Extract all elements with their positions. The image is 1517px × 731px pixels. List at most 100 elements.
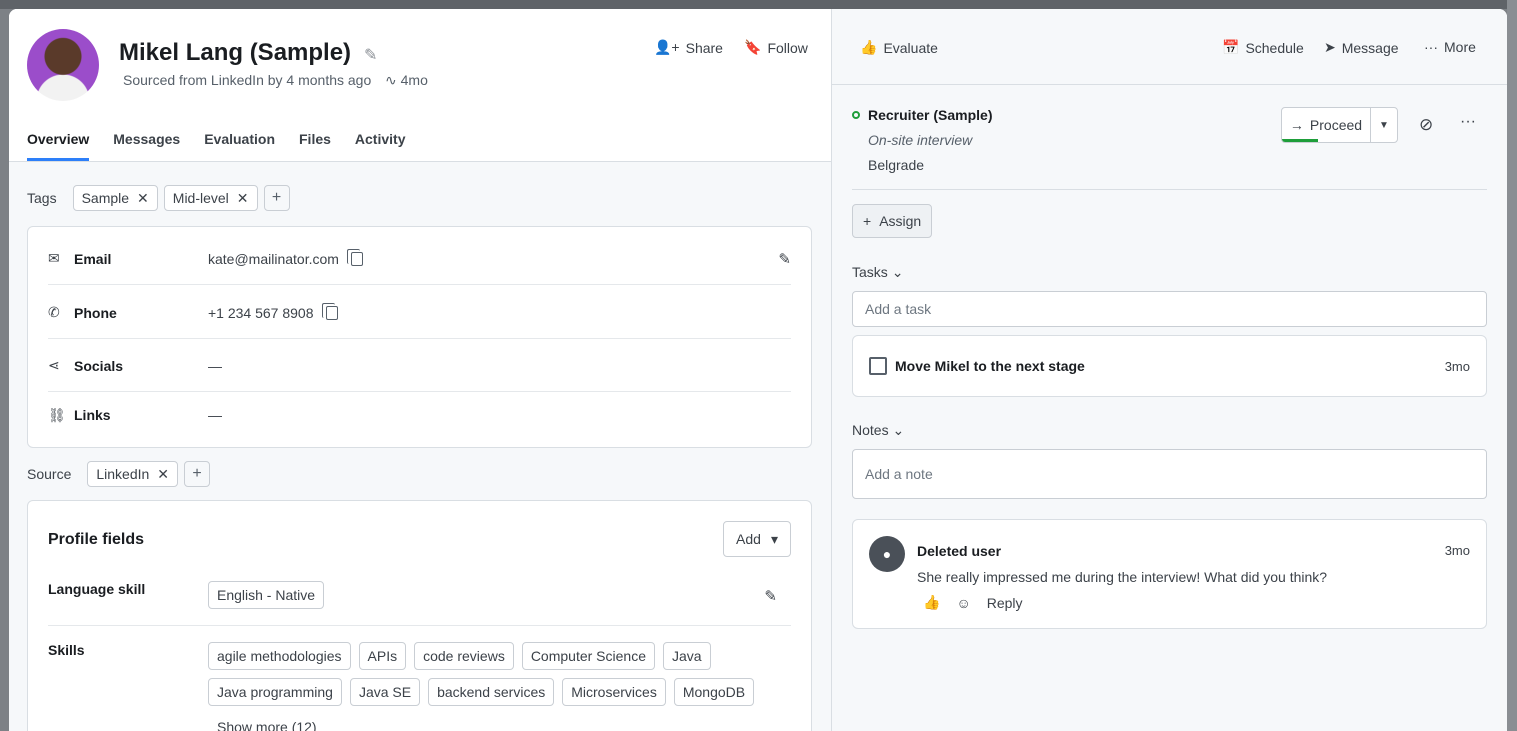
add-tag-plus-icon[interactable]: + (263, 185, 290, 211)
skill-chip: APIs (358, 642, 407, 670)
divider (48, 625, 791, 626)
task-checkbox[interactable] (869, 357, 887, 375)
tag-chip[interactable]: Sample ✕ (72, 185, 158, 211)
disqualify-icon[interactable]: ⊘ (1419, 115, 1433, 135)
tasks-header[interactable]: Tasks ⌄ (852, 264, 903, 281)
job-title[interactable]: Recruiter (Sample) (868, 107, 992, 123)
backdrop-right-strip (1507, 0, 1517, 731)
skill-chip: backend services (428, 678, 555, 706)
copy-email-icon[interactable] (346, 248, 363, 266)
note-item: ● Deleted user 3mo She really impressed … (852, 519, 1487, 629)
follow-button[interactable]: 🔖 Follow (744, 39, 808, 56)
edit-language-pencil-icon[interactable]: ✎ (764, 587, 777, 605)
user-avatar-icon: ● (869, 536, 905, 572)
stage-name: On-site interview (868, 132, 973, 148)
share-label: Share (685, 39, 723, 56)
candidate-modal: Mikel Lang (Sample) ✎ Sourced from Linke… (9, 9, 1507, 731)
tags-row: Tags Sample ✕ Mid-level ✕ + (27, 185, 290, 211)
note-age: 3mo (1444, 543, 1470, 558)
proceed-dropdown-caret-icon[interactable]: ▼ (1371, 108, 1397, 142)
skill-chip: Java SE (349, 678, 421, 706)
note-actions: 👍 ☺ Reply (923, 594, 1023, 611)
more-label: More (1444, 39, 1476, 55)
schedule-button[interactable]: 📅 Schedule (1222, 39, 1304, 56)
add-source-plus-icon[interactable]: + (184, 461, 211, 487)
add-task-input[interactable]: Add a task (852, 291, 1487, 327)
skill-chip: agile methodologies (208, 642, 351, 670)
tab-messages[interactable]: Messages (113, 131, 180, 161)
remove-tag-close-icon[interactable]: ✕ (137, 190, 149, 207)
source-row: Source LinkedIn ✕ + (27, 461, 211, 487)
share-button[interactable]: 👤+ Share (654, 39, 723, 56)
more-button[interactable]: ··· More (1424, 39, 1476, 55)
remove-source-close-icon[interactable]: ✕ (157, 466, 169, 483)
socials-label: Socials (74, 357, 124, 374)
thumbs-up-icon[interactable]: 👍 (923, 594, 940, 611)
pulse-icon: ∿ (385, 72, 397, 88)
edit-name-pencil-icon[interactable]: ✎ (364, 45, 377, 65)
evaluate-label: Evaluate (883, 39, 938, 56)
links-label: Links (74, 407, 111, 423)
profile-tabs: Overview Messages Evaluation Files Activ… (27, 131, 405, 161)
skill-chip: Microservices (562, 678, 666, 706)
tags-label: Tags (27, 190, 57, 206)
add-person-icon: 👤+ (654, 39, 680, 55)
divider (852, 189, 1487, 190)
bookmark-icon: 🔖 (744, 39, 762, 55)
phone-value: +1 234 567 8908 (208, 304, 314, 321)
assign-label: Assign (879, 213, 922, 229)
message-label: Message (1341, 39, 1399, 56)
reply-link[interactable]: Reply (987, 595, 1023, 611)
job-title-row: Recruiter (Sample) (852, 107, 992, 123)
evaluate-button[interactable]: 👍 Evaluate (860, 39, 938, 56)
plus-icon: + (863, 213, 872, 229)
proceed-button[interactable]: → Proceed (1282, 108, 1371, 142)
add-reaction-icon[interactable]: ☺ (956, 595, 970, 611)
activity-age-value: 4mo (400, 72, 428, 88)
skill-chip: code reviews (414, 642, 514, 670)
sourced-text: Sourced from LinkedIn by 4 months ago (123, 72, 372, 88)
skill-chip: MongoDB (673, 678, 755, 706)
skill-chip: Java programming (208, 678, 342, 706)
add-note-input[interactable]: Add a note (852, 449, 1487, 499)
email-row: ✉ Email kate@mailinator.com ✎ (48, 233, 791, 285)
tag-label: Mid-level (172, 190, 229, 206)
skills-list: agile methodologies APIs code reviews Co… (208, 642, 768, 706)
add-field-label: Add (736, 531, 761, 547)
language-skill-label: Language skill (48, 581, 146, 597)
more-options-icon[interactable]: ··· (1460, 113, 1476, 131)
source-label: Source (27, 466, 72, 482)
schedule-label: Schedule (1245, 39, 1304, 56)
edit-contact-pencil-icon[interactable]: ✎ (778, 250, 791, 268)
profile-fields-card: Profile fields Add ▾ Language skill Engli… (27, 500, 812, 731)
tab-overview[interactable]: Overview (27, 131, 90, 161)
note-text: She really impressed me during the inter… (917, 569, 1328, 585)
source-chip[interactable]: LinkedIn ✕ (87, 461, 179, 487)
tasks-title: Tasks (852, 264, 888, 280)
message-button[interactable]: ➤ Message (1324, 39, 1399, 56)
assign-button[interactable]: + Assign (852, 204, 933, 238)
language-chip: English - Native (208, 581, 325, 609)
activity-age: ∿ 4mo (385, 72, 428, 89)
copy-phone-icon[interactable] (321, 302, 338, 320)
show-more-skills-link[interactable]: Show more (12) (217, 719, 317, 731)
tab-files[interactable]: Files (299, 131, 331, 161)
mail-icon: ✉ (48, 250, 60, 266)
tab-activity[interactable]: Activity (355, 131, 406, 161)
add-field-button[interactable]: Add ▾ (723, 521, 791, 557)
more-dots-icon: ··· (1424, 39, 1438, 55)
links-value: — (208, 407, 222, 423)
job-location: Belgrade (868, 157, 925, 173)
tag-chip[interactable]: Mid-level ✕ (163, 185, 258, 211)
status-dot-icon (852, 111, 860, 119)
source-chip-label: LinkedIn (96, 466, 150, 482)
tab-evaluation[interactable]: Evaluation (204, 131, 275, 161)
task-age: 3mo (1444, 358, 1470, 374)
skills-label: Skills (48, 642, 85, 658)
proceed-label: Proceed (1309, 117, 1363, 133)
avatar (27, 29, 99, 101)
notes-header[interactable]: Notes ⌄ (852, 422, 904, 439)
remove-tag-close-icon[interactable]: ✕ (237, 190, 249, 207)
profile-header: Mikel Lang (Sample) ✎ Sourced from Linke… (9, 9, 831, 162)
proceed-split-button[interactable]: → Proceed ▼ (1281, 107, 1398, 143)
